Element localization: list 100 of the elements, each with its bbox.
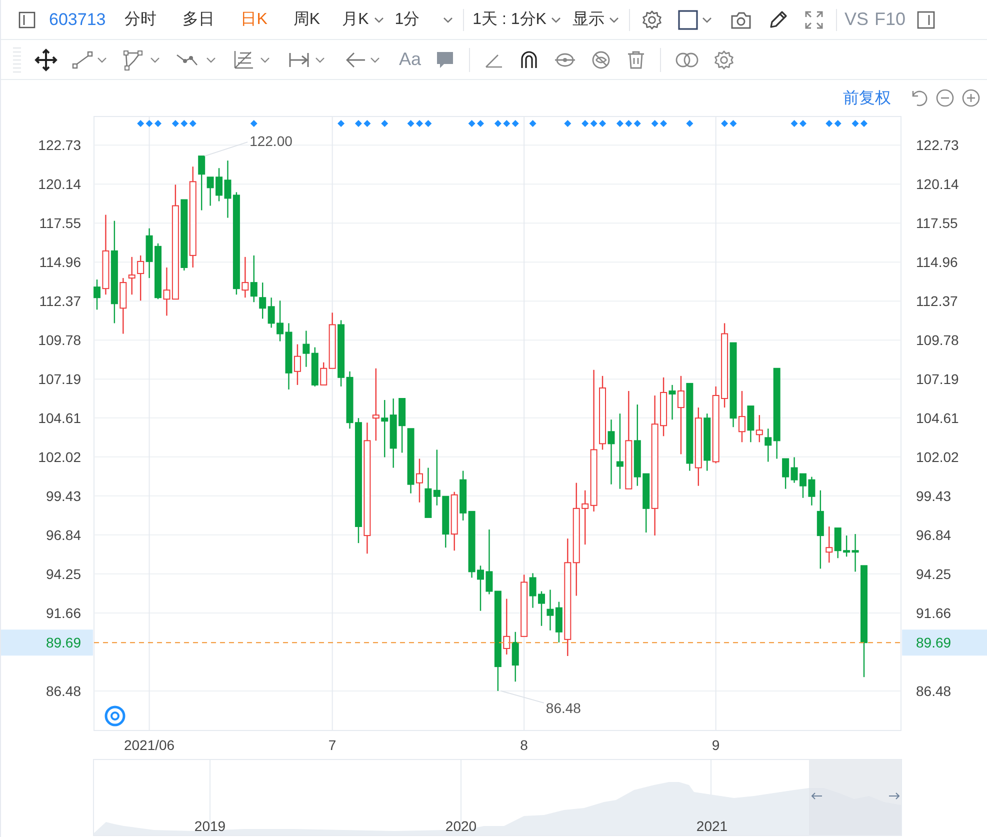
range-navigator[interactable]: 2019 2020 2021 [93,759,902,836]
axis-label: 109.78 [38,332,81,348]
axis-label: 96.84 [46,526,81,543]
drag-handle-icon[interactable] [13,46,21,74]
axis-label: 117.55 [39,215,81,232]
event-marker-icon[interactable] [416,120,423,127]
event-marker-icon[interactable] [599,120,606,127]
event-marker-icon[interactable] [686,120,694,127]
event-marker-icon[interactable] [250,120,258,127]
dropdown-button[interactable]: 1天 : 1分K [468,5,568,34]
event-marker-icon[interactable] [616,120,624,127]
axis-label: 99.43 [46,488,81,504]
event-marker-icon[interactable] [826,120,833,127]
axis-label: 114.96 [39,254,81,270]
event-marker-icon[interactable] [790,120,798,127]
candlestick [800,473,806,498]
event-marker-icon[interactable] [582,120,589,127]
event-marker-icon[interactable] [468,120,476,127]
event-marker-icon[interactable] [477,120,484,127]
event-marker-icon[interactable] [364,120,371,127]
caret-icon[interactable] [608,16,620,24]
move-icon[interactable] [34,48,58,72]
axis-label: 107.19 [916,371,959,388]
settings-icon[interactable] [713,48,736,70]
event-marker-icon[interactable] [172,120,179,127]
event-marker-icon[interactable] [137,120,144,127]
settings-icon[interactable] [641,8,664,30]
line-tool-icon[interactable] [71,48,109,70]
event-marker-icon[interactable] [146,120,153,127]
fullscreen-icon[interactable] [803,8,826,30]
left-arrow-icon[interactable] [811,792,822,800]
caret-icon[interactable] [442,16,454,24]
axis-label: 112.37 [39,293,81,310]
event-marker-icon[interactable] [590,120,598,127]
last-price-label: 89.69 [916,634,952,651]
axis-label: 104.61 [38,410,81,426]
year-label: 2021 [696,818,728,834]
event-marker-icon[interactable] [625,120,632,127]
event-marker-icon[interactable] [660,120,668,127]
polygon-tool-icon[interactable] [122,48,162,70]
dropdown-button[interactable]: 月K [337,5,390,34]
axis-label: 107.19 [38,371,81,388]
axis-label: 86.48 [46,682,81,699]
stock-code[interactable]: 603713 [49,10,106,30]
event-marker-icon[interactable] [354,120,362,127]
price-extreme-label: 86.48 [546,700,581,716]
axis-label: 86.48 [916,682,952,699]
event-marker-icon[interactable] [860,120,868,127]
candlestick [154,243,162,300]
event-marker-icon[interactable] [634,120,641,127]
price-extreme-label: 122.00 [250,133,292,150]
event-marker-icon[interactable] [503,120,510,127]
event-marker-icon[interactable] [424,120,432,127]
period-tab[interactable]: 周K [284,5,330,34]
event-marker-icon[interactable] [154,120,162,127]
axis-label: 7 [328,737,336,753]
axis-label: 9 [712,737,720,753]
period-tab[interactable]: 多日 [174,5,224,34]
axis-label: 114.96 [916,254,958,270]
event-marker-icon[interactable] [407,120,414,127]
period-tab[interactable]: 分时 [116,5,166,34]
event-marker-icon[interactable] [338,120,345,127]
axis-label: 2021/06 [124,737,175,753]
event-marker-icon[interactable] [494,120,502,127]
caret-icon[interactable] [550,16,562,24]
axis-label: 91.66 [46,604,81,621]
year-label: 2020 [445,818,477,834]
leader-line [204,142,248,157]
right-arrow-icon[interactable] [888,792,900,800]
candlestick [94,280,100,310]
event-marker-icon[interactable] [180,120,188,127]
event-marker-icon[interactable] [564,120,572,127]
event-marker-icon[interactable] [721,120,728,127]
caret-icon[interactable] [372,16,385,24]
sidebar-toggle-icon[interactable] [18,10,36,28]
event-marker-icon[interactable] [800,120,806,127]
pencil-icon[interactable] [767,8,790,30]
last-price-label: 89.69 [46,634,81,651]
axis-label: 91.66 [916,604,952,621]
event-marker-icon[interactable] [852,120,859,127]
event-marker-icon[interactable] [381,120,388,127]
axis-label: 112.37 [916,293,958,310]
adjustment-mode-link[interactable]: 前复权 [843,88,891,108]
dropdown-button[interactable]: 显示 [567,5,626,34]
event-marker-icon[interactable] [512,120,519,127]
dropdown-button[interactable]: 1分 [390,5,459,34]
zoom-in-icon[interactable] [961,88,981,108]
axis-label: 94.25 [916,566,952,582]
hide-icon[interactable] [590,48,612,70]
event-marker-icon[interactable] [730,120,737,127]
event-marker-icon[interactable] [834,120,842,127]
candlestick [416,458,423,502]
side-panel-icon[interactable] [916,10,936,30]
zoom-out-icon[interactable] [935,88,955,108]
event-marker-icon[interactable] [529,120,536,127]
axis-label: 122.73 [38,137,81,154]
event-marker-icon[interactable] [189,120,196,127]
candlestick [538,591,545,626]
event-marker-icon[interactable] [651,120,658,127]
axis-label: 102.02 [916,448,959,465]
